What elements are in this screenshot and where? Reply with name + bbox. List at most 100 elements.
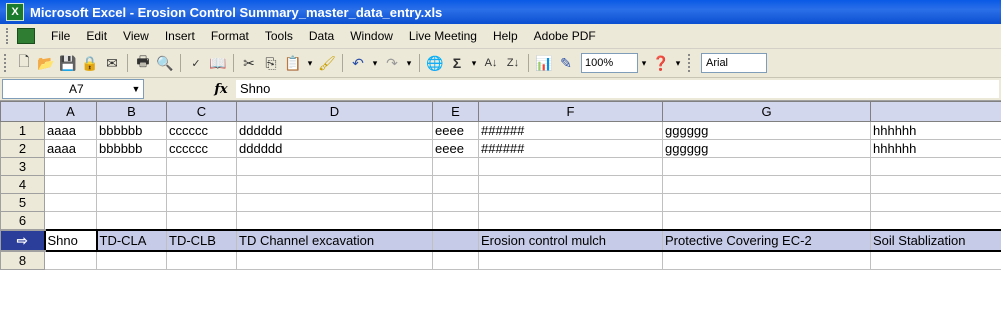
autosum-dropdown-icon[interactable]: ▾	[468, 54, 480, 72]
menu-format[interactable]: Format	[203, 26, 257, 46]
column-header[interactable]	[870, 101, 1001, 122]
row-header[interactable]: 3	[0, 157, 45, 176]
cell[interactable]	[662, 193, 871, 212]
cell[interactable]	[870, 157, 1001, 176]
cell[interactable]	[662, 175, 871, 194]
paste-icon[interactable]: 📋	[282, 52, 304, 74]
font-name-select[interactable]: Arial	[701, 53, 767, 73]
cell[interactable]	[44, 211, 97, 231]
cell[interactable]: dddddd	[236, 121, 433, 140]
formula-input[interactable]: Shno	[236, 80, 999, 98]
cell[interactable]	[44, 157, 97, 176]
cell[interactable]	[44, 175, 97, 194]
research-icon[interactable]: 📖	[207, 52, 229, 74]
column-header[interactable]: B	[96, 101, 167, 122]
cell[interactable]	[478, 193, 663, 212]
paste-dropdown-icon[interactable]: ▾	[304, 54, 316, 72]
cell[interactable]	[166, 250, 237, 270]
menu-tools[interactable]: Tools	[257, 26, 301, 46]
column-header[interactable]: E	[432, 101, 479, 122]
cell[interactable]	[870, 211, 1001, 231]
cell[interactable]	[236, 211, 433, 231]
menu-edit[interactable]: Edit	[78, 26, 115, 46]
cell[interactable]: Erosion control mulch	[478, 229, 663, 252]
name-box[interactable]: A7 ▼	[2, 79, 144, 99]
help-icon[interactable]: ❓	[650, 52, 672, 74]
active-cell[interactable]: Shno	[43, 229, 98, 252]
format-painter-icon[interactable]: 🖌	[316, 52, 338, 74]
sort-descending-icon[interactable]: Z↓	[502, 52, 524, 74]
cell[interactable]	[236, 157, 433, 176]
cell[interactable]	[96, 175, 167, 194]
menu-window[interactable]: Window	[342, 26, 401, 46]
menu-view[interactable]: View	[115, 26, 157, 46]
cell[interactable]	[478, 250, 663, 270]
cell[interactable]: bbbbbb	[96, 121, 167, 140]
undo-icon[interactable]: ↶	[347, 52, 369, 74]
menu-grip-handle[interactable]	[6, 28, 11, 44]
spelling-icon[interactable]: ✓	[185, 52, 207, 74]
menu-help[interactable]: Help	[485, 26, 526, 46]
row-header[interactable]: 4	[0, 175, 45, 194]
toolbar-grip-handle[interactable]	[688, 54, 693, 72]
cell[interactable]	[662, 157, 871, 176]
permission-icon[interactable]: 🔒	[79, 52, 101, 74]
cell[interactable]: ######	[478, 139, 663, 158]
drawing-icon[interactable]: ✎	[555, 52, 577, 74]
cell[interactable]: TD-CLB	[166, 229, 237, 252]
zoom-select[interactable]: 100%	[581, 53, 638, 73]
menu-adobe-pdf[interactable]: Adobe PDF	[526, 26, 604, 46]
cell[interactable]	[96, 193, 167, 212]
hyperlink-icon[interactable]: 🌐	[424, 52, 446, 74]
worksheet-grid[interactable]: A B C D E F G 1 aaaa bbbbbb cccccc ddddd…	[0, 101, 1001, 335]
cell[interactable]: dddddd	[236, 139, 433, 158]
column-header[interactable]: G	[662, 101, 871, 122]
print-icon[interactable]: 🖶	[132, 52, 154, 74]
row-header[interactable]: 1	[0, 121, 45, 140]
cell[interactable]: TD-CLA	[96, 229, 167, 252]
row-header[interactable]: 8	[0, 250, 45, 270]
cell[interactable]: hhhhhh	[870, 121, 1001, 140]
cell[interactable]	[166, 193, 237, 212]
redo-dropdown-icon[interactable]: ▾	[403, 54, 415, 72]
cell[interactable]	[432, 193, 479, 212]
save-icon[interactable]: 💾	[57, 52, 79, 74]
cell[interactable]	[870, 193, 1001, 212]
cell[interactable]	[166, 157, 237, 176]
row-header-selected-arrow-icon[interactable]: ⇨	[0, 229, 45, 252]
cell[interactable]	[236, 250, 433, 270]
name-box-value[interactable]: A7	[3, 82, 129, 96]
column-header[interactable]: D	[236, 101, 433, 122]
cell[interactable]: bbbbbb	[96, 139, 167, 158]
cell[interactable]	[478, 175, 663, 194]
cell[interactable]	[432, 229, 479, 252]
menu-data[interactable]: Data	[301, 26, 342, 46]
cell[interactable]	[870, 250, 1001, 270]
toolbar-grip-handle[interactable]	[4, 54, 9, 72]
insert-function-icon[interactable]: fx	[206, 82, 236, 97]
zoom-dropdown-icon[interactable]: ▾	[638, 54, 650, 72]
copy-icon[interactable]: ⎘	[260, 52, 282, 74]
cell[interactable]	[870, 175, 1001, 194]
document-icon[interactable]	[17, 28, 35, 44]
cell[interactable]	[96, 157, 167, 176]
cell[interactable]: hhhhhh	[870, 139, 1001, 158]
autosum-icon[interactable]: Σ	[446, 52, 468, 74]
print-preview-icon[interactable]: 🔍	[154, 52, 176, 74]
cell[interactable]: Soil Stablization	[870, 229, 1001, 252]
menu-insert[interactable]: Insert	[157, 26, 203, 46]
open-icon[interactable]: 📂	[35, 52, 57, 74]
cell[interactable]	[236, 193, 433, 212]
cell[interactable]	[44, 250, 97, 270]
cell[interactable]	[96, 211, 167, 231]
cell[interactable]: aaaa	[44, 121, 97, 140]
cell[interactable]	[662, 211, 871, 231]
cell[interactable]	[478, 211, 663, 231]
cell[interactable]	[662, 250, 871, 270]
cell[interactable]: cccccc	[166, 121, 237, 140]
cell[interactable]	[432, 250, 479, 270]
cell[interactable]: eeee	[432, 121, 479, 140]
cell[interactable]: gggggg	[662, 139, 871, 158]
sort-ascending-icon[interactable]: A↓	[480, 52, 502, 74]
row-header[interactable]: 6	[0, 211, 45, 231]
